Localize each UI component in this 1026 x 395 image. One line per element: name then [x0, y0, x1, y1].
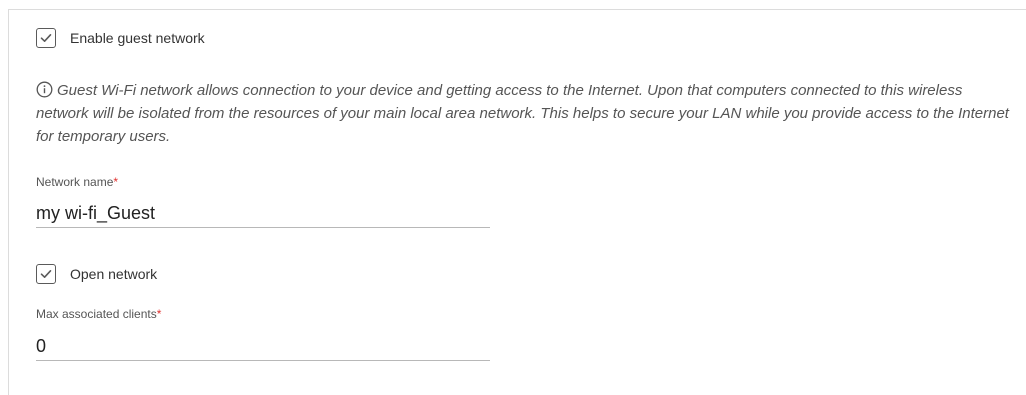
open-network-checkbox[interactable]: Open network [36, 264, 157, 284]
max-clients-field[interactable] [36, 332, 490, 361]
open-network-label: Open network [70, 266, 158, 282]
info-icon [36, 81, 53, 98]
enable-guest-network-checkbox[interactable]: Enable guest network [36, 28, 205, 48]
max-clients-input[interactable] [36, 332, 490, 360]
enable-guest-network-label: Enable guest network [70, 30, 205, 46]
required-mark: * [113, 175, 119, 189]
max-clients-label: Max associated clients* [36, 307, 162, 321]
checkbox-checked-icon[interactable] [36, 264, 56, 284]
network-name-field[interactable] [36, 199, 490, 228]
guest-network-panel: Enable guest network Guest Wi-Fi network… [8, 9, 1026, 395]
network-name-input[interactable] [36, 199, 490, 227]
checkbox-checked-icon[interactable] [36, 28, 56, 48]
guest-network-info: Guest Wi-Fi network allows connection to… [36, 79, 1011, 148]
required-mark: * [156, 307, 162, 321]
network-name-label: Network name* [36, 175, 119, 189]
info-text: Guest Wi-Fi network allows connection to… [36, 82, 1009, 145]
